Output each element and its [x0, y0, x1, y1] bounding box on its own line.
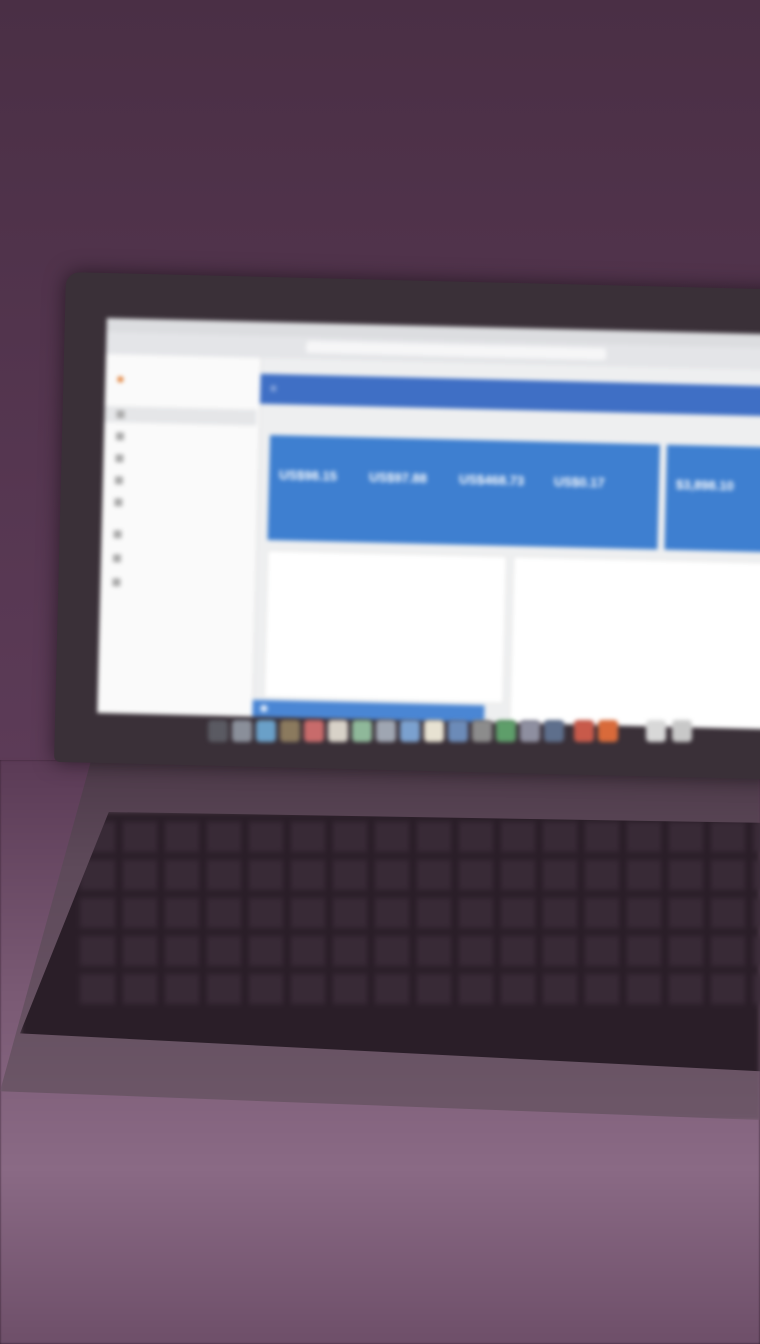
key-row [80, 860, 760, 890]
key-row [80, 936, 760, 966]
stat-block: US$0.17 [554, 472, 644, 494]
nav-icon [114, 498, 123, 507]
stat-value: US$0.17 [553, 473, 605, 491]
sidebar-item[interactable] [114, 494, 254, 513]
app-icon[interactable] [472, 720, 492, 742]
stat-value: $3,898.10 [675, 476, 735, 494]
side-summary-card: $3,898.10 [664, 444, 760, 553]
summary-card: US$98.15 US$97.88 US$468.73 US$0.17 [267, 435, 660, 550]
stat-value: US$97.88 [368, 469, 428, 486]
right-card [509, 556, 760, 730]
app-icon[interactable] [256, 720, 276, 742]
app-icon[interactable] [280, 720, 300, 742]
sidebar-item[interactable] [114, 472, 255, 491]
brand-logo-icon [117, 376, 124, 383]
sidebar [97, 354, 262, 717]
app-icon[interactable] [328, 720, 348, 742]
app-icon[interactable] [304, 720, 324, 742]
stat-block: US$98.15 [279, 465, 369, 487]
app-icon[interactable] [376, 720, 396, 742]
key-row [80, 822, 760, 852]
hamburger-icon[interactable]: ≡ [270, 383, 277, 395]
app-icon[interactable] [574, 720, 594, 742]
app-icon[interactable] [646, 720, 666, 742]
app-icon[interactable] [448, 720, 468, 742]
app-icon[interactable] [598, 720, 618, 742]
laptop-lid: ≡ US$98.15 US$97.88 US$468.73 US$0.17 $3… [54, 272, 760, 780]
stat-value: US$98.15 [278, 467, 338, 484]
nav-icon [115, 454, 124, 463]
nav-icon [114, 476, 124, 485]
overview-card [263, 550, 508, 704]
stat-value: US$468.73 [458, 471, 525, 489]
app-icon[interactable] [520, 720, 540, 742]
sidebar-item[interactable] [104, 405, 257, 426]
nav-icon [113, 530, 122, 539]
stat-sub [554, 492, 644, 494]
finder-icon[interactable] [208, 720, 228, 742]
app-icon[interactable] [544, 720, 564, 742]
stat-block: US$97.88 [369, 467, 459, 489]
trash-icon[interactable] [672, 720, 692, 742]
sidebar-item[interactable] [113, 526, 253, 545]
app-bar: ≡ [259, 373, 760, 417]
nav-icon [116, 410, 125, 419]
app-icon[interactable] [400, 720, 420, 742]
nav-icon [112, 578, 121, 587]
key-row [80, 898, 760, 928]
laptop-screen: ≡ US$98.15 US$97.88 US$468.73 US$0.17 $3… [97, 318, 760, 730]
stat-sub [279, 485, 369, 487]
stat-sub [459, 490, 549, 492]
app-icon[interactable] [232, 720, 252, 742]
stat-sub [369, 487, 459, 489]
sidebar-item[interactable] [115, 450, 255, 469]
stat-block: $3,898.10 [676, 475, 760, 494]
sidebar-brand [117, 374, 127, 384]
sidebar-item[interactable] [112, 574, 252, 593]
sidebar-item[interactable] [112, 550, 253, 569]
circle-icon [260, 704, 268, 713]
app-icon[interactable] [424, 720, 444, 742]
app-icon[interactable] [352, 720, 372, 742]
mac-dock [198, 716, 718, 760]
nav-icon [115, 432, 125, 441]
nav-icon [112, 554, 122, 563]
key-row [80, 974, 760, 1004]
stat-block: US$468.73 [459, 470, 549, 492]
photo-scene: ≡ US$98.15 US$97.88 US$468.73 US$0.17 $3… [0, 0, 760, 1344]
sidebar-item[interactable] [115, 428, 256, 447]
app-icon[interactable] [496, 720, 516, 742]
